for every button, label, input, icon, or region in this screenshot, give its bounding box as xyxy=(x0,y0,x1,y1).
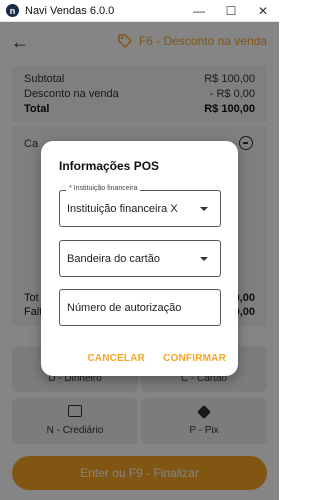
maximize-button[interactable]: ☐ xyxy=(215,0,247,22)
authorization-number-input[interactable]: Número de autorização xyxy=(59,289,221,326)
card-brand-select[interactable]: Bandeira do cartão xyxy=(59,240,221,277)
app-logo-icon: n xyxy=(6,4,19,17)
window-title: Navi Vendas 6.0.0 xyxy=(25,4,115,17)
dialog-title: Informações POS xyxy=(59,159,160,173)
cancel-button[interactable]: CANCELAR xyxy=(87,353,145,364)
confirm-button[interactable]: CONFIRMAR xyxy=(163,353,226,364)
window-titlebar: n Navi Vendas 6.0.0 — ☐ ✕ xyxy=(0,0,279,22)
chevron-down-icon xyxy=(200,207,208,211)
institution-legend: * Instituição financeira xyxy=(66,185,141,192)
minimize-button[interactable]: — xyxy=(183,0,215,22)
authorization-placeholder: Número de autorização xyxy=(67,301,182,314)
institution-select[interactable]: * Instituição financeira Instituição fin… xyxy=(59,185,221,227)
pos-info-dialog: Informações POS * Instituição financeira… xyxy=(41,141,238,376)
dialog-actions: CANCELAR CONFIRMAR xyxy=(87,353,226,364)
close-button[interactable]: ✕ xyxy=(247,0,279,22)
card-brand-value: Bandeira do cartão xyxy=(67,252,160,265)
institution-value: Instituição financeira X xyxy=(67,202,178,215)
chevron-down-icon xyxy=(200,257,208,261)
